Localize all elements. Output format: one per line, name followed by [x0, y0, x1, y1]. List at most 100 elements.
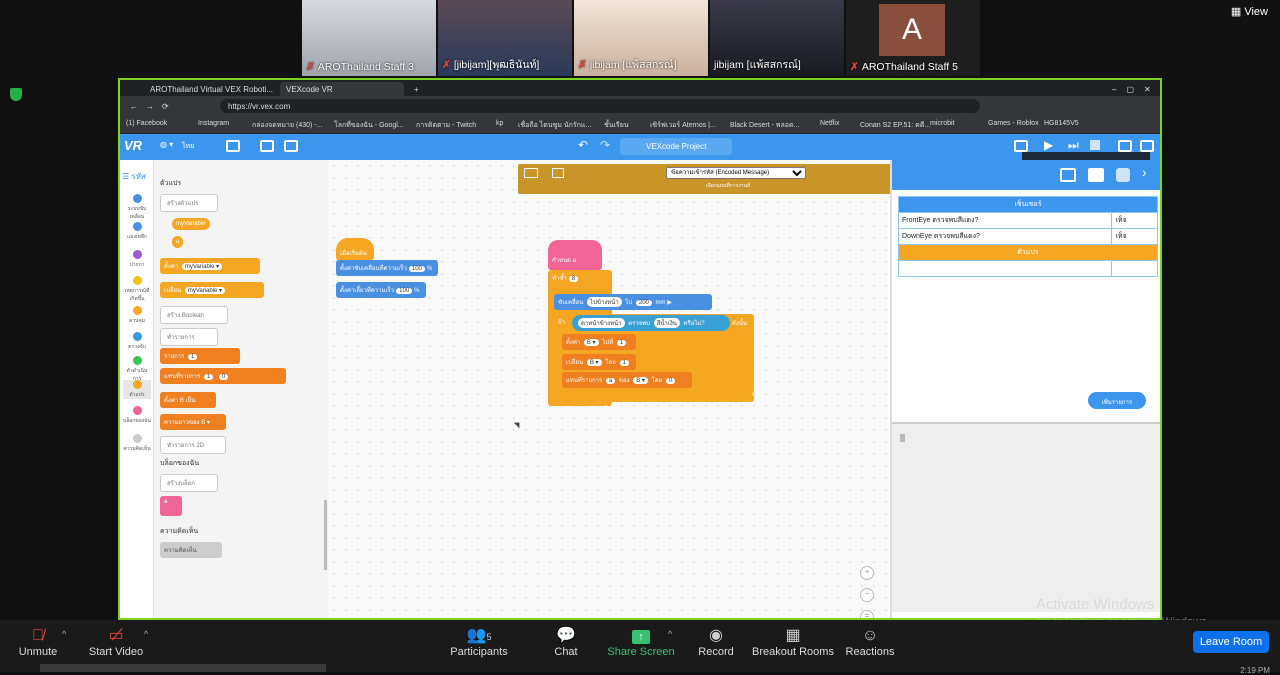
bookmark[interactable]: โลกที่ของฉัน - Googl... [334, 120, 404, 131]
unmute-button[interactable]: 🎙̸ Unmute [16, 626, 60, 658]
category-magnet[interactable]: แมงเหลืก [123, 222, 151, 241]
participant-tile[interactable]: A ✗ AROThailand Staff 5 [846, 0, 980, 76]
share-screen-button[interactable]: ↑ Share Screen [606, 626, 676, 658]
nav-buttons[interactable]: ←→⟳ [124, 99, 204, 113]
stop-icon[interactable] [1090, 140, 1100, 150]
project-title[interactable]: VEXcode Project [620, 138, 732, 155]
url-field[interactable]: https://vr.vex.com [220, 99, 980, 113]
play-icon[interactable]: ▶ [1044, 138, 1053, 152]
bookmark[interactable]: Conan S2 EP.51: คดี... [860, 120, 930, 131]
browser-tab-active[interactable]: VEXcode VR [280, 82, 404, 96]
open-icon[interactable] [1118, 140, 1132, 152]
category-comments[interactable]: ความคิดเห็น [123, 434, 151, 453]
set-turn-velocity-block[interactable]: ตั้งค่าเลี้ยวที่ความเร็ว 100% [336, 282, 426, 298]
undo-icon[interactable]: ↶ [578, 138, 588, 152]
category-sensing[interactable]: ตรวจจับ [123, 332, 151, 351]
when-started-hat[interactable]: เมื่อเริ่มต้น [336, 238, 374, 260]
chat-button[interactable]: 💬 Chat [548, 626, 584, 658]
share-icon[interactable] [284, 140, 298, 152]
bookmark[interactable]: kp [496, 120, 503, 127]
variable-reporter[interactable]: a [172, 236, 184, 248]
category-variables[interactable]: ตัวแปร [123, 380, 151, 399]
list-length-block[interactable]: ความยาวของ B ▾ [160, 414, 226, 430]
set-drive-velocity-block[interactable]: ตั้งค่าขับเคลื่อนที่ความเร็ว 100% [336, 260, 438, 276]
category-myblocks[interactable]: บล็อกของฉัน [123, 406, 151, 425]
start-video-button[interactable]: ▭̸ Start Video [88, 626, 144, 658]
change-variable-block[interactable]: เปลี่ยน myVariable ▾ [160, 282, 264, 298]
set-list-block[interactable]: ตั้งค่า B เป็น [160, 392, 216, 408]
chevron-right-icon[interactable]: › [1142, 164, 1147, 180]
flyout-scrollbar[interactable] [324, 500, 327, 570]
participant-tile[interactable]: ✗ [jibijam][พุฒธินันท์] [438, 0, 572, 76]
bookmark[interactable]: Games - Roblox [988, 120, 1039, 127]
step-icon[interactable]: ⏭ [1068, 138, 1079, 153]
make-2d-list-button[interactable]: ทำรายการ 2D [160, 436, 226, 454]
comment-block[interactable]: ความคิดเห็น [160, 542, 222, 558]
bookmark[interactable]: microbit [930, 120, 955, 127]
bookmark[interactable]: Instagram [198, 120, 229, 127]
category-drivetrain[interactable]: ระบบขับเคลื่อน [123, 194, 151, 221]
browser-tab[interactable]: AROThailand Virtual VEX Roboti... [144, 82, 278, 96]
breakout-rooms-button[interactable]: ▦ Breakout Rooms [752, 626, 834, 658]
custom-block[interactable]: a [160, 496, 182, 516]
set-variable-block[interactable]: ตั้งค่า B ▾ ไปที่ 1 [562, 334, 636, 350]
define-block[interactable]: กำหนด a [548, 240, 602, 270]
category-events[interactable]: เหตุการณ์ที่เกิดขึ้น [123, 276, 151, 303]
code-tab[interactable]: ☰ รหัส [122, 170, 146, 183]
file-menu[interactable]: ไทย [182, 141, 194, 152]
participant-tile[interactable]: ✗ AROThailand Staff 3 [302, 0, 436, 76]
bookmark[interactable]: Black Desert - พลอด... [730, 120, 799, 131]
make-boolean-button[interactable]: สร้าง Boolean [160, 306, 228, 324]
bookmark[interactable]: ชั้นเรียน [604, 120, 629, 131]
make-block-button[interactable]: สร้างบล็อก [160, 474, 218, 492]
bookmark[interactable]: เซิร์ฟเวอร์ Aternos |... [650, 120, 716, 131]
change-variable-block[interactable]: เปลี่ยน B ▾ โดย 1 [562, 354, 636, 370]
window-icon[interactable] [1014, 140, 1028, 152]
chevron-up-icon[interactable]: ^ [668, 629, 672, 639]
replace-list-item-block[interactable]: แทนที่รายการ a ของ B ▾ โดย 0 [562, 372, 692, 388]
bookmark[interactable]: กล่องจดหมาย (430) -... [252, 120, 322, 131]
zoom-in-icon[interactable]: + [860, 566, 874, 580]
chevron-up-icon[interactable]: ^ [62, 629, 66, 639]
set-variable-block[interactable]: ตั้งค่า myVariable ▾ [160, 258, 260, 274]
variable-reporter[interactable]: myVariable [172, 218, 210, 230]
zoom-reset-icon[interactable]: = [860, 610, 874, 618]
chevron-up-icon[interactable]: ^ [144, 629, 148, 639]
robot-icon[interactable] [1088, 168, 1104, 182]
new-tab-icon[interactable]: + [408, 82, 424, 96]
playground-select[interactable]: ข้อความเข้ารหัส (Encoded Message) [666, 167, 806, 179]
zoom-out-icon[interactable]: − [860, 588, 874, 602]
save-icon[interactable] [260, 140, 274, 152]
reactions-button[interactable]: ☺ Reactions [844, 626, 896, 658]
security-shield-icon[interactable] [10, 88, 22, 101]
drive-for-block[interactable]: ขับเคลื่อน ไปข้างหน้า ไป 200 mm ▶ [554, 294, 712, 310]
bookmark[interactable]: การติดตาม - Twitch [416, 120, 476, 131]
help-icon[interactable] [1140, 140, 1154, 152]
make-list-button[interactable]: ทำรายการ [160, 328, 218, 346]
globe-icon[interactable]: ◍ ▾ [160, 140, 173, 149]
bookmark[interactable]: HG8145V5 [1044, 120, 1079, 127]
bookmark[interactable]: เชื่อถือ ไตนซูม นักรักแ... [518, 120, 591, 131]
tutorial-icon[interactable] [226, 140, 240, 152]
print-console[interactable] [892, 422, 1160, 612]
playground-icon[interactable] [552, 168, 564, 178]
bookmark[interactable]: (1) Facebook [126, 120, 167, 127]
make-variable-button[interactable]: สร้างตัวแปร [160, 194, 218, 212]
replace-list-item-block[interactable]: แทนที่รายการ 1 0 [160, 368, 286, 384]
eye-detects-condition[interactable]: ตาหน้าข้างหน้า ตรวจพบ สีน้ำเงิน หรือไม่? [572, 315, 730, 331]
bookmark[interactable]: Netflix [820, 120, 839, 127]
participant-tile[interactable]: ✗ jibijam [แพ้สสกรณ์] [574, 0, 708, 76]
view-button[interactable]: ▦ View [1231, 5, 1268, 18]
record-button[interactable]: ◉ Record [694, 626, 738, 658]
console-icon[interactable] [1116, 168, 1130, 182]
category-control[interactable]: ควบคุม [123, 306, 151, 325]
participants-button[interactable]: 👥5 Participants [448, 626, 510, 658]
redo-icon[interactable]: ↷ [600, 138, 610, 152]
participant-tile[interactable]: jibijam [แพ้สสกรณ์] [710, 0, 844, 76]
add-sensor-button[interactable]: เพิ่มรายการ [1088, 392, 1146, 409]
code-canvas[interactable]: เมื่อเริ่มต้น ตั้งค่าขับเคลื่อนที่ความเร… [328, 160, 888, 618]
window-controls[interactable]: –▢✕ [1106, 82, 1160, 96]
monitor-icon[interactable] [1060, 168, 1076, 182]
list-item-block[interactable]: รายการ 1 [160, 348, 240, 364]
category-pen[interactable]: ปากกา [123, 250, 151, 269]
